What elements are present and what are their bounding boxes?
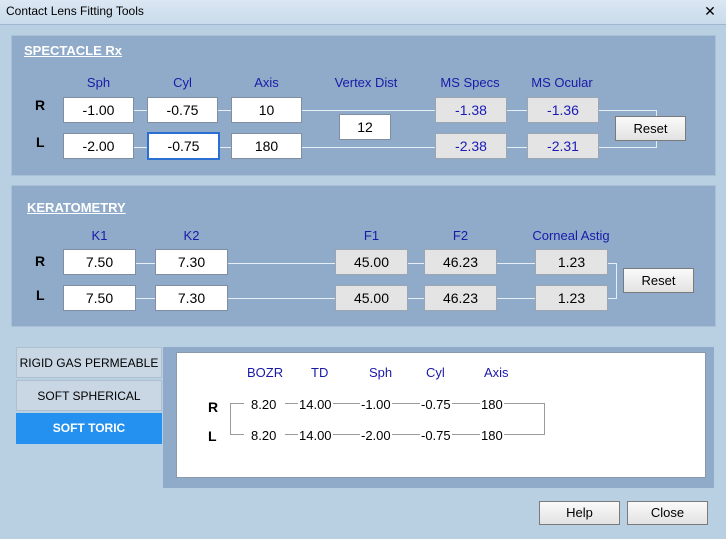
vertex-dist-header: Vertex Dist — [334, 75, 398, 90]
ms-specs-header: MS Specs — [440, 75, 500, 90]
axis-field-l[interactable] — [231, 133, 302, 159]
sph-value-l: -2.00 — [360, 428, 392, 443]
result-axis-header: Axis — [484, 365, 509, 380]
spectacle-rx-title: SPECTACLE Rx — [24, 43, 122, 58]
result-bracket-left — [230, 403, 231, 435]
keratometry-row-label-r: R — [35, 253, 46, 269]
ms-ocular-value-l: -2.31 — [527, 133, 599, 159]
result-row-label-l: L — [208, 428, 217, 444]
result-sph-header: Sph — [369, 365, 393, 380]
close-window-icon[interactable]: ✕ — [702, 3, 718, 19]
cyl-value-r: -0.75 — [420, 397, 452, 412]
f1-header: F1 — [363, 228, 380, 243]
axis-header: Axis — [254, 75, 279, 90]
bozr-value-r: 8.20 — [250, 397, 278, 412]
spectacle-reset-button[interactable]: Reset — [615, 116, 686, 141]
sph-field-l[interactable] — [63, 133, 134, 159]
ms-specs-value-r: -1.38 — [435, 97, 507, 123]
k2-header: K2 — [183, 228, 200, 243]
k2-field-l[interactable] — [155, 285, 228, 311]
k1-field-r[interactable] — [63, 249, 136, 275]
result-bracket-left-bottom — [230, 434, 244, 435]
sph-header: Sph — [86, 75, 111, 90]
keratometry-reset-button[interactable]: Reset — [623, 268, 694, 293]
corneal-astig-header: Corneal Astig — [532, 228, 610, 243]
axis-value-r: 180 — [480, 397, 504, 412]
window-title: Contact Lens Fitting Tools — [6, 4, 144, 18]
result-cyl-header: Cyl — [426, 365, 445, 380]
sph-value-r: -1.00 — [360, 397, 392, 412]
bozr-header: BOZR — [247, 365, 284, 380]
td-header: TD — [311, 365, 329, 380]
result-row-label-r: R — [208, 399, 219, 415]
cyl-field-r[interactable] — [147, 97, 218, 123]
corneal-astig-value-r: 1.23 — [535, 249, 608, 275]
f2-value-l: 46.23 — [424, 285, 497, 311]
tab-soft-toric[interactable]: SOFT TORIC — [16, 413, 162, 444]
corneal-astig-value-l: 1.23 — [535, 285, 608, 311]
cyl-header: Cyl — [173, 75, 192, 90]
keratometry-row-label-l: L — [36, 287, 45, 303]
td-value-l: 14.00 — [298, 428, 333, 443]
keratometry-title: KERATOMETRY — [27, 200, 126, 215]
td-value-r: 14.00 — [298, 397, 333, 412]
f2-header: F2 — [452, 228, 469, 243]
axis-value-l: 180 — [480, 428, 504, 443]
cyl-field-l[interactable] — [147, 132, 220, 160]
ms-specs-value-l: -2.38 — [435, 133, 507, 159]
title-bar: Contact Lens Fitting Tools ✕ — [0, 0, 726, 25]
k1-field-l[interactable] — [63, 285, 136, 311]
k2-field-r[interactable] — [155, 249, 228, 275]
f2-value-r: 46.23 — [424, 249, 497, 275]
cyl-value-l: -0.75 — [420, 428, 452, 443]
result-bracket-left-top — [230, 403, 244, 404]
axis-field-r[interactable] — [231, 97, 302, 123]
k1-header: K1 — [91, 228, 108, 243]
f1-value-l: 45.00 — [335, 285, 408, 311]
tab-soft-spherical[interactable]: SOFT SPHERICAL — [16, 380, 162, 411]
ms-ocular-value-r: -1.36 — [527, 97, 599, 123]
sph-field-r[interactable] — [63, 97, 134, 123]
tab-rigid-gas-permeable[interactable]: RIGID GAS PERMEABLE — [16, 347, 162, 378]
help-button[interactable]: Help — [539, 501, 620, 525]
result-bracket-right — [544, 403, 545, 435]
ms-ocular-header: MS Ocular — [531, 75, 593, 90]
vertex-dist-field[interactable] — [339, 114, 391, 140]
close-button[interactable]: Close — [627, 501, 708, 525]
spectacle-row-label-r: R — [35, 97, 46, 113]
f1-value-r: 45.00 — [335, 249, 408, 275]
bozr-value-l: 8.20 — [250, 428, 278, 443]
keratometry-bracket-right — [616, 263, 617, 299]
spectacle-row-label-l: L — [36, 134, 45, 150]
